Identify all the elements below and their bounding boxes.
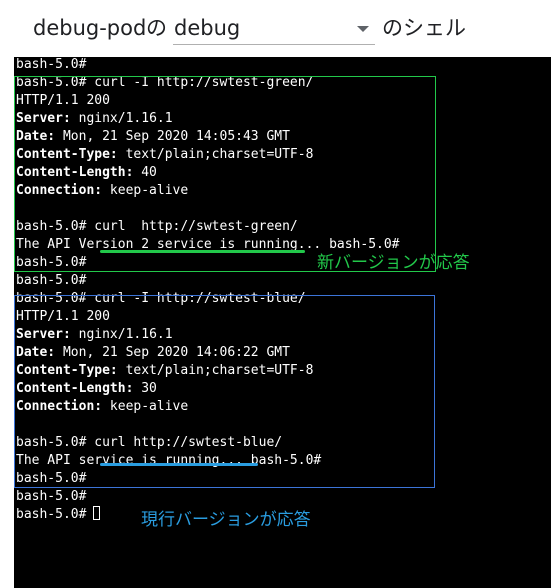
dropdown-arrow-icon bbox=[357, 26, 369, 32]
terminal-text: bash-5.0# bbox=[16, 57, 87, 72]
green-underline bbox=[100, 250, 305, 253]
container-select-value: debug bbox=[174, 16, 241, 40]
green-highlight-box bbox=[14, 76, 436, 272]
header-suffix: のシェル bbox=[382, 16, 466, 40]
terminal-line: bash-5.0# bbox=[16, 272, 86, 290]
pod-name: debug-pod bbox=[33, 16, 147, 40]
terminal-line: bash-5.0# bbox=[16, 57, 86, 74]
container-select[interactable]: debug bbox=[173, 14, 375, 45]
blue-highlight-box bbox=[14, 295, 435, 488]
terminal-line: bash-5.0# bbox=[16, 506, 94, 524]
terminal-text: bash-5.0# bbox=[16, 489, 87, 504]
terminal-cursor bbox=[93, 506, 100, 520]
annotation-new-version: 新バージョンが応答 bbox=[317, 253, 470, 273]
header-particle: の bbox=[146, 16, 167, 40]
terminal[interactable]: bash-5.0# bash-5.0# curl -I http://swtest… bbox=[14, 57, 551, 588]
annotation-current-version: 現行バージョンが応答 bbox=[141, 510, 311, 530]
blue-underline bbox=[100, 463, 258, 466]
shell-header: debug-pod の debug のシェル bbox=[0, 0, 551, 56]
terminal-line: bash-5.0# bbox=[16, 488, 86, 506]
terminal-text: bash-5.0# bbox=[16, 273, 87, 288]
terminal-text: bash-5.0# bbox=[16, 507, 95, 522]
